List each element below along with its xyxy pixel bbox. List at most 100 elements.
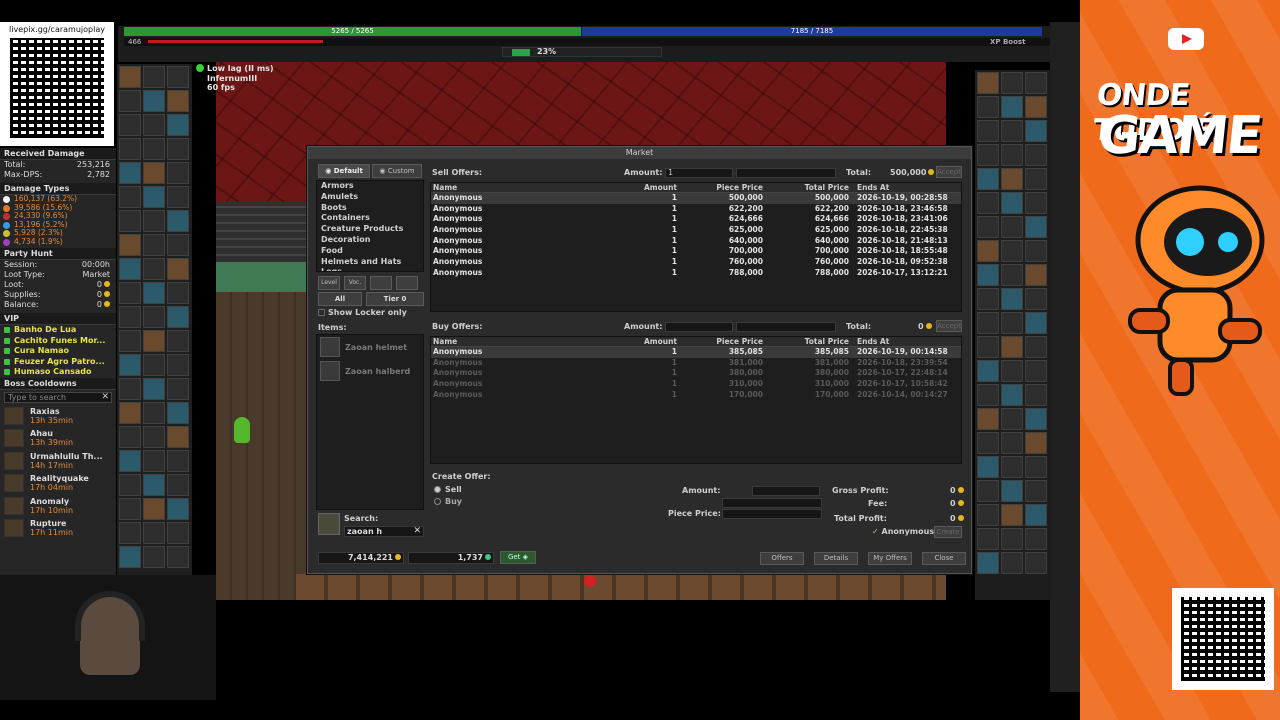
- boss-entry[interactable]: Raxias 13h 35min: [0, 405, 116, 428]
- action-slot[interactable]: [1025, 144, 1047, 166]
- action-slot[interactable]: [977, 360, 999, 382]
- action-slot[interactable]: [1025, 480, 1047, 502]
- action-slot[interactable]: [119, 138, 141, 160]
- boss-entry[interactable]: Realityquake 17h 04min: [0, 472, 116, 495]
- action-slot[interactable]: [977, 96, 999, 118]
- clear-search-icon[interactable]: ✕: [413, 527, 421, 536]
- action-slot[interactable]: [143, 354, 165, 376]
- action-slot[interactable]: [1025, 432, 1047, 454]
- action-slot[interactable]: [1025, 72, 1047, 94]
- close-icon[interactable]: ✕: [101, 392, 109, 402]
- tab-custom[interactable]: ◉ Custom: [372, 164, 422, 178]
- action-slot[interactable]: [119, 474, 141, 496]
- action-slot[interactable]: [977, 528, 999, 550]
- action-slot[interactable]: [167, 114, 189, 136]
- action-slot[interactable]: [1025, 120, 1047, 142]
- category-item[interactable]: Amulets: [317, 192, 423, 203]
- action-slot[interactable]: [167, 90, 189, 112]
- column-header[interactable]: Name: [431, 183, 591, 192]
- action-slot[interactable]: [167, 186, 189, 208]
- action-slot[interactable]: [143, 258, 165, 280]
- red-orb[interactable]: [584, 575, 596, 587]
- table-row[interactable]: Anonymous 1 640,000 640,000 2026-10-18, 21:4…: [431, 236, 961, 247]
- action-slot[interactable]: [1001, 480, 1023, 502]
- create-amount-input[interactable]: [752, 486, 820, 496]
- tier-dropdown[interactable]: Tier 0: [366, 292, 424, 306]
- action-slot[interactable]: [143, 66, 165, 88]
- action-slot[interactable]: [167, 138, 189, 160]
- action-slot[interactable]: [167, 162, 189, 184]
- action-slot[interactable]: [1001, 360, 1023, 382]
- action-slot[interactable]: [1025, 408, 1047, 430]
- table-row[interactable]: Anonymous 1 788,000 788,000 2026-10-17, 13:1…: [431, 268, 961, 279]
- action-slot[interactable]: [143, 522, 165, 544]
- boss-entry[interactable]: Rupture 17h 11min: [0, 517, 116, 540]
- action-slot[interactable]: [1025, 96, 1047, 118]
- action-slot[interactable]: [143, 378, 165, 400]
- my-offers-button[interactable]: My Offers: [868, 552, 912, 565]
- action-slot[interactable]: [1025, 192, 1047, 214]
- filter-vocation-button[interactable]: Voc.: [344, 276, 366, 290]
- action-slot[interactable]: [119, 66, 141, 88]
- category-item[interactable]: Legs: [317, 267, 423, 271]
- column-header[interactable]: Amount: [591, 337, 679, 346]
- action-slot[interactable]: [143, 498, 165, 520]
- action-slot[interactable]: [1001, 240, 1023, 262]
- action-slot[interactable]: [143, 186, 165, 208]
- action-slot[interactable]: [119, 330, 141, 352]
- action-slot[interactable]: [119, 426, 141, 448]
- action-slot[interactable]: [119, 258, 141, 280]
- column-header[interactable]: Amount: [591, 183, 679, 192]
- table-row[interactable]: Anonymous 1 310,000 310,000 2026-10-17, 10:5…: [431, 379, 961, 390]
- action-slot[interactable]: [119, 162, 141, 184]
- buy-amount-input[interactable]: [665, 322, 733, 332]
- action-slot[interactable]: [167, 546, 189, 568]
- action-slot[interactable]: [143, 234, 165, 256]
- column-header[interactable]: Name: [431, 337, 591, 346]
- action-slot[interactable]: [1001, 192, 1023, 214]
- action-slot[interactable]: [1025, 528, 1047, 550]
- action-slot[interactable]: [977, 240, 999, 262]
- action-slot[interactable]: [1025, 240, 1047, 262]
- action-slot[interactable]: [1025, 504, 1047, 526]
- action-slot[interactable]: [1001, 120, 1023, 142]
- action-slot[interactable]: [977, 504, 999, 526]
- action-slot[interactable]: [1025, 384, 1047, 406]
- boss-entry[interactable]: Urmahlullu Th... 14h 17min: [0, 450, 116, 473]
- action-slot[interactable]: [119, 546, 141, 568]
- action-slot[interactable]: [977, 432, 999, 454]
- player-character[interactable]: [234, 417, 250, 443]
- action-slot[interactable]: [977, 336, 999, 358]
- buy-radio[interactable]: Buy: [434, 497, 462, 506]
- boss-entry[interactable]: Ahau 13h 39min: [0, 427, 116, 450]
- action-slot[interactable]: [1025, 336, 1047, 358]
- sell-amount-input[interactable]: 1: [665, 168, 733, 178]
- column-header[interactable]: Total Price: [765, 337, 851, 346]
- details-button[interactable]: Details: [814, 552, 858, 565]
- action-slot[interactable]: [119, 90, 141, 112]
- category-item[interactable]: Decoration: [317, 235, 423, 246]
- action-slot[interactable]: [1001, 456, 1023, 478]
- filter-hand-one-button[interactable]: [370, 276, 392, 290]
- action-slot[interactable]: [167, 402, 189, 424]
- table-row[interactable]: Anonymous 1 625,000 625,000 2026-10-18, 22:4…: [431, 225, 961, 236]
- category-list[interactable]: Armors Amulets Boots Containers Creature Pro…: [316, 180, 424, 272]
- vip-entry[interactable]: Cura Namao: [0, 346, 116, 357]
- action-slot[interactable]: [1001, 336, 1023, 358]
- column-header[interactable]: Piece Price: [679, 337, 765, 346]
- action-slot[interactable]: [977, 120, 999, 142]
- action-slot[interactable]: [143, 402, 165, 424]
- action-slot[interactable]: [977, 480, 999, 502]
- action-slot[interactable]: [1025, 360, 1047, 382]
- action-slot[interactable]: [167, 498, 189, 520]
- action-slot[interactable]: [1001, 528, 1023, 550]
- action-slot[interactable]: [1001, 408, 1023, 430]
- search-input[interactable]: zaoan h ✕: [344, 526, 424, 537]
- action-slot[interactable]: [977, 144, 999, 166]
- category-item[interactable]: Creature Products: [317, 224, 423, 235]
- action-slot[interactable]: [1025, 552, 1047, 574]
- action-slot[interactable]: [1001, 216, 1023, 238]
- action-slot[interactable]: [119, 234, 141, 256]
- action-slot[interactable]: [1001, 144, 1023, 166]
- item-entry[interactable]: Zaoan helmet: [317, 335, 423, 359]
